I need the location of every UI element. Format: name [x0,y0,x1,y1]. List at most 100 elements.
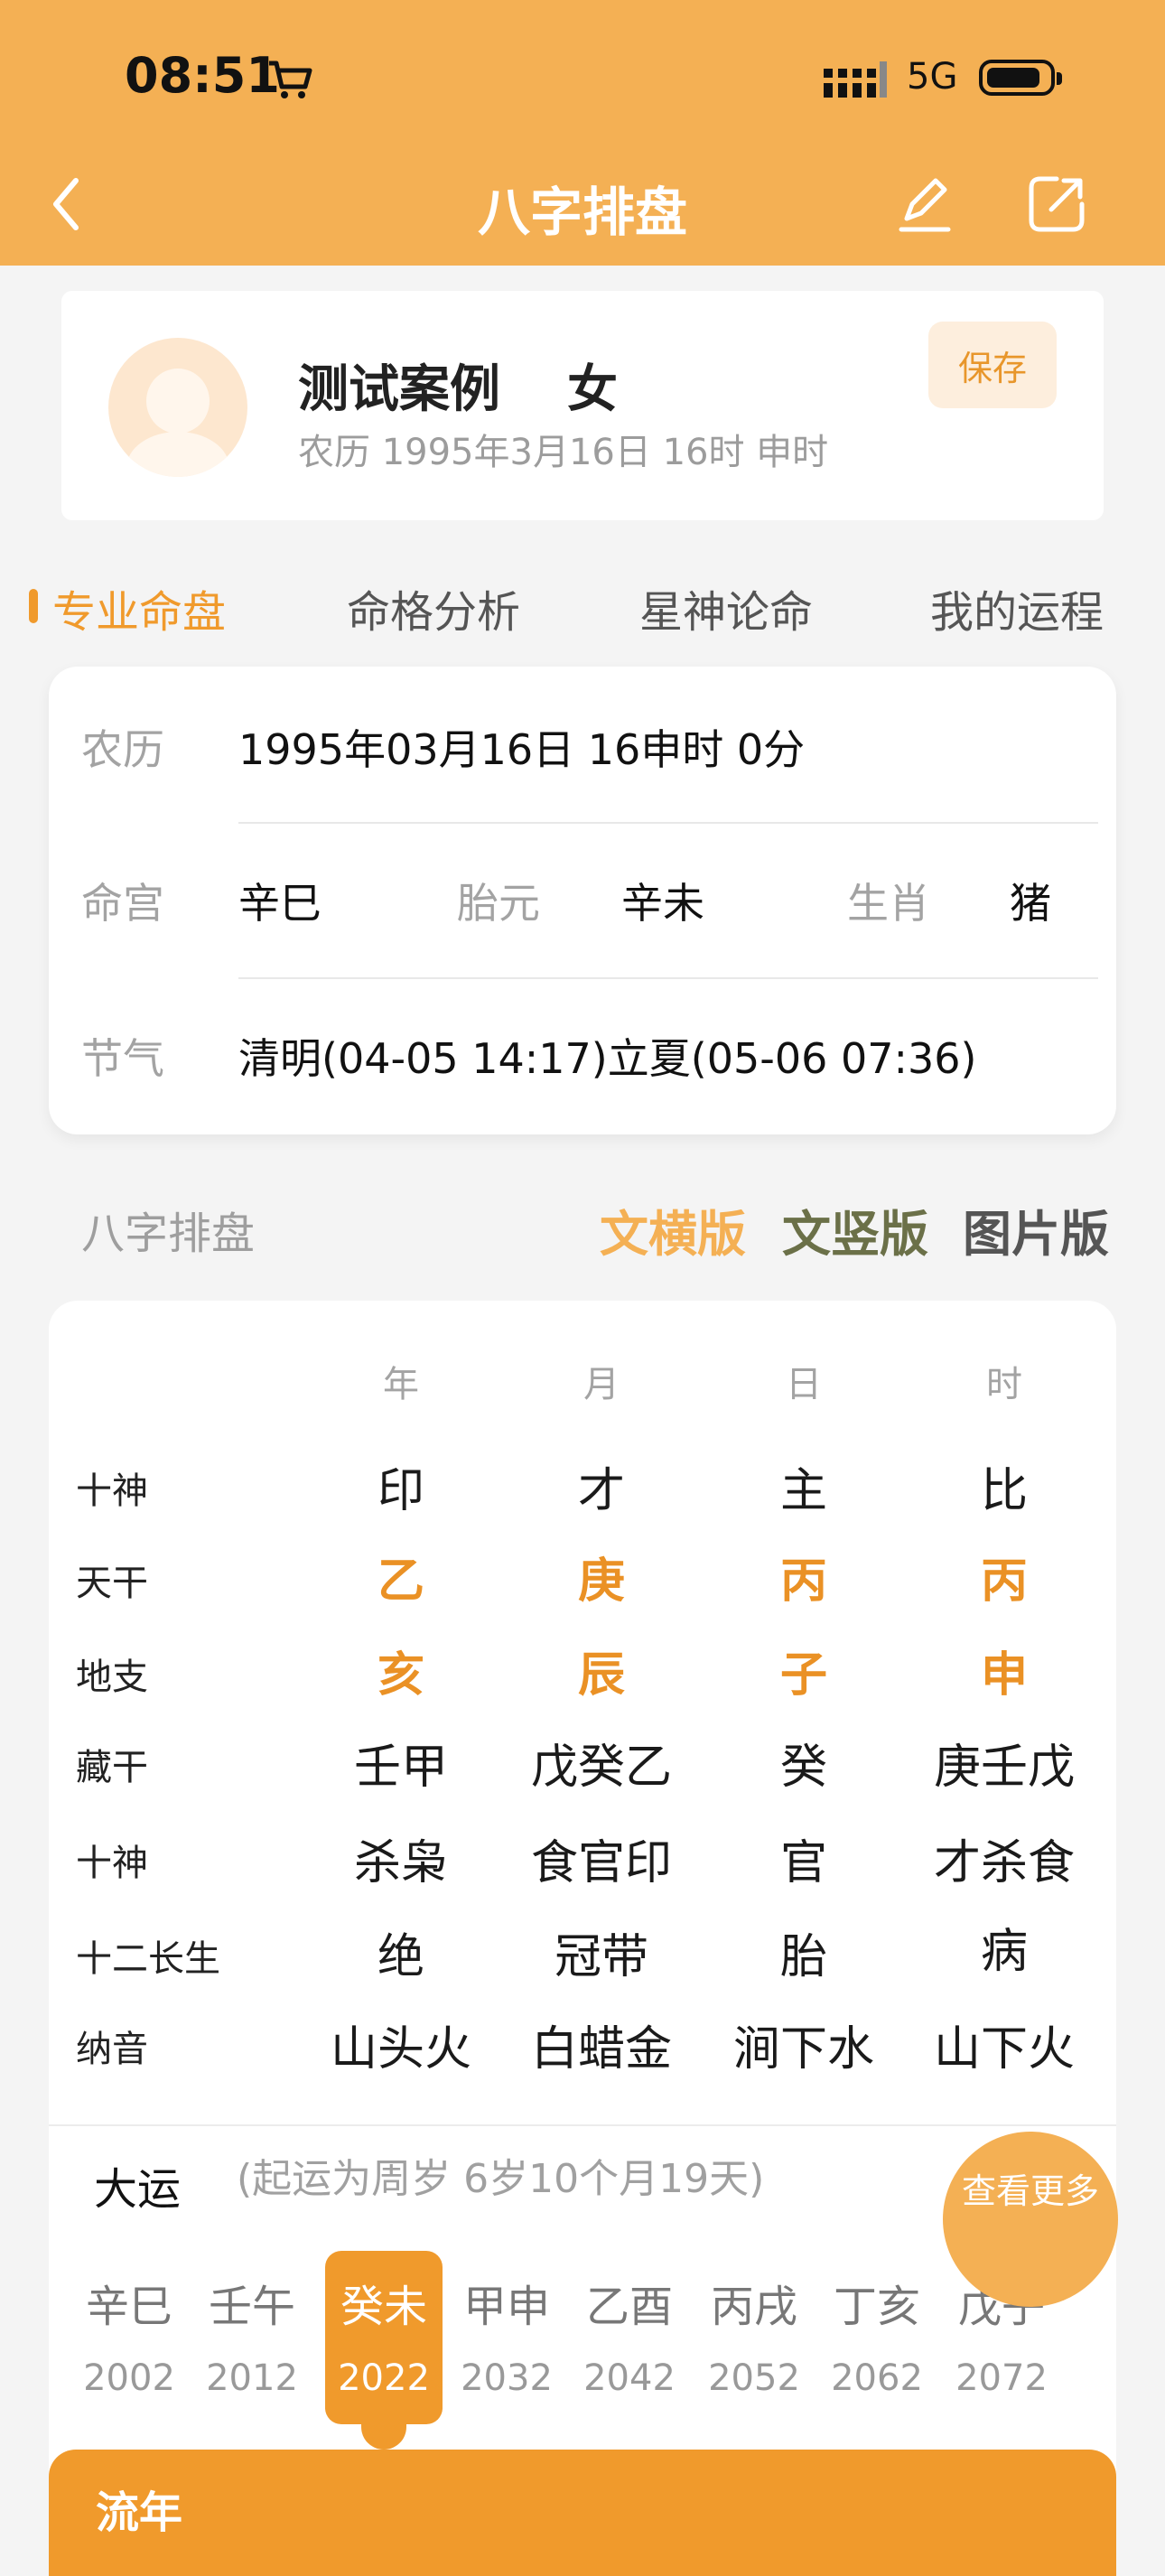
bazi-cell: 涧下水 [732,2022,874,2077]
tiangan-cell: 丙 [980,1554,1028,1609]
bazi-cell: 主 [779,1464,827,1518]
dayun-ganzhi: 甲申 [462,2282,550,2332]
dayun-item-active[interactable]: 癸未 2022 [325,2251,443,2450]
divider [49,2124,1116,2126]
dayun-ganzhi: 丙戌 [710,2282,797,2332]
dayun-item[interactable]: 壬午 2012 [193,2251,311,2424]
dayun-label: 大运 [94,2164,182,2215]
profile-gender: 女 [567,360,618,419]
tab-star-analysis[interactable]: 星神论命 [639,576,813,639]
cart-icon [269,61,312,98]
dayun-year: 2032 [461,2357,553,2399]
dayun-item[interactable]: 丁亥 2062 [818,2251,936,2424]
jieqi-label: 节气 [81,1034,164,1083]
version-image-button[interactable]: 图片版 [963,1194,1109,1265]
edit-button[interactable] [894,172,957,235]
tab-active-indicator [29,589,38,623]
dayun-year: 2062 [831,2357,923,2399]
row-label-changsheng: 十二长生 [76,1938,220,1980]
tiangan-cell: 丙 [779,1554,827,1609]
dayun-ganzhi: 乙酉 [585,2282,673,2332]
dayun-year: 2022 [338,2357,430,2399]
column-month: 月 [583,1364,620,1405]
divider [238,822,1098,824]
dizhi-cell: 辰 [577,1648,625,1703]
column-year: 年 [383,1364,419,1405]
divider [238,977,1098,979]
bazi-cell: 才杀食 [933,1836,1075,1890]
tab-professional-chart[interactable]: 专业命盘 [52,576,226,639]
dizhi-cell: 亥 [377,1648,424,1703]
dayun-year: 2052 [708,2357,800,2399]
tab-pattern-analysis[interactable]: 命格分析 [347,576,520,639]
app-header: 08:51 5G 八字排盘 [0,0,1165,266]
bazi-cell: 庚壬戊 [933,1741,1075,1795]
bazi-cell: 比 [980,1464,1028,1518]
bazi-cell: 白蜡金 [530,2022,672,2077]
signal-icon [824,61,887,98]
version-vertical-button[interactable]: 文竖版 [782,1194,928,1265]
dayun-item[interactable]: 乙酉 2042 [571,2251,688,2424]
dayun-pointer [361,2422,406,2450]
liunian-label: 流年 [96,2487,183,2538]
page-title: 八字排盘 [477,182,687,243]
minggong-label: 命宫 [81,879,164,928]
bazi-cell: 官 [779,1836,827,1890]
dayun-item[interactable]: 甲申 2032 [448,2251,565,2424]
status-time: 08:51 [125,47,280,104]
dayun-ganzhi: 壬午 [208,2282,295,2332]
taiyuan-value: 辛未 [621,879,704,928]
bazi-cell: 癸 [779,1741,827,1795]
bazi-cell: 冠带 [554,1930,648,1984]
bazi-cell: 壬甲 [353,1741,448,1795]
bazi-cell: 才 [577,1464,625,1518]
bazi-cell: 病 [980,1925,1028,1979]
bazi-cell: 绝 [377,1930,424,1984]
dayun-note: (起运为周岁 6岁10个月19天) [237,2156,765,2202]
column-hour: 时 [986,1364,1022,1405]
bazi-cell: 山下火 [933,2022,1075,2077]
dayun-year: 2012 [206,2357,298,2399]
dayun-ganzhi: 丁亥 [833,2282,920,2332]
profile-name: 测试案例 [298,360,500,419]
column-day: 日 [786,1364,822,1405]
share-button[interactable] [1024,172,1089,237]
lunar-value: 1995年03月16日 16申时 0分 [238,725,806,774]
jieqi-value: 清明(04-05 14:17)立夏(05-06 07:36) [238,1034,977,1083]
dayun-item[interactable]: 辛巳 2002 [70,2251,188,2424]
tab-my-fortune[interactable]: 我的运程 [930,576,1104,639]
liunian-bar[interactable] [49,2450,1116,2576]
bazi-cell: 戊癸乙 [530,1741,672,1795]
view-more-button[interactable]: 查看更多 [943,2132,1118,2307]
row-label-shishen-2: 十神 [76,1843,148,1884]
network-type: 5G [907,56,958,98]
birth-info-card: 农历 1995年03月16日 16申时 0分 命宫 辛巳 胎元 辛未 生肖 猪 … [49,667,1116,1134]
bazi-cell: 山头火 [330,2022,471,2077]
bazi-cell: 胎 [779,1930,827,1984]
bazi-cell: 杀枭 [353,1836,448,1890]
save-button[interactable]: 保存 [928,322,1057,408]
section-title: 八字排盘 [81,1209,256,1259]
taiyuan-label: 胎元 [457,879,540,928]
dizhi-cell: 申 [980,1648,1028,1703]
dayun-year: 2002 [83,2357,175,2399]
dizhi-cell: 子 [779,1648,827,1703]
row-label-dizhi: 地支 [76,1657,148,1698]
version-horizontal-button[interactable]: 文横版 [600,1194,746,1265]
lunar-label: 农历 [81,725,164,774]
dayun-year: 2042 [583,2357,676,2399]
dayun-item[interactable]: 丙戌 2052 [695,2251,813,2424]
bazi-cell: 印 [377,1464,424,1518]
row-label-nayin: 纳音 [76,2029,148,2070]
dayun-year: 2072 [955,2357,1048,2399]
dayun-ganzhi: 辛巳 [85,2282,172,2332]
dayun-ganzhi: 癸未 [340,2282,427,2332]
tiangan-cell: 庚 [577,1554,625,1609]
bazi-chart-card: 年 月 日 时 十神 印 才 主 比 天干 乙 庚 丙 丙 地支 亥 辰 子 申… [49,1301,1118,2576]
shengxiao-label: 生肖 [847,879,930,928]
bazi-cell: 食官印 [530,1836,672,1890]
tiangan-cell: 乙 [377,1554,424,1609]
shengxiao-value: 猪 [1010,879,1051,928]
avatar [108,338,247,477]
row-label-tiangan: 天干 [76,1563,148,1604]
